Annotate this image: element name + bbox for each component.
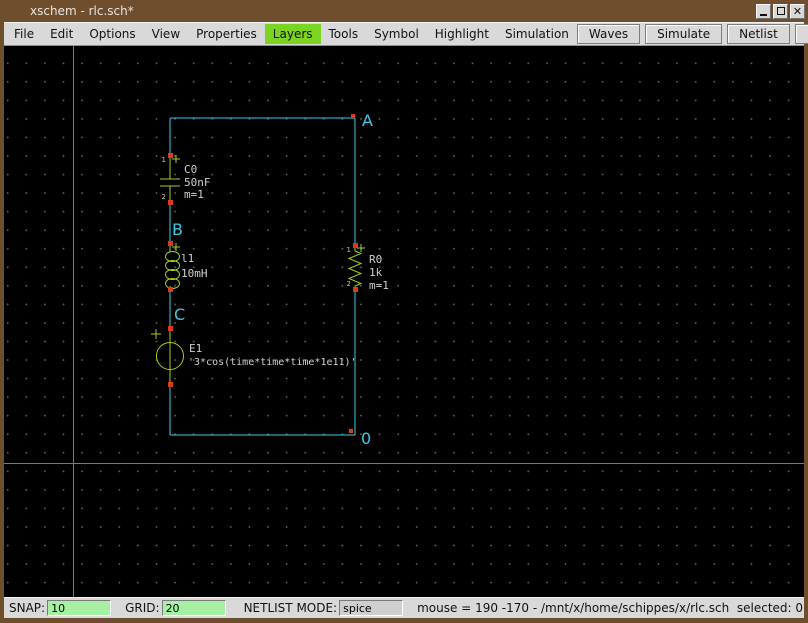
component-source-e1[interactable]: E1 '3*cos(time*time*time*1e11)' [151, 326, 357, 387]
component-mult: m=1 [184, 188, 204, 201]
pin-square [168, 241, 173, 246]
inductor-symbol [170, 243, 180, 289]
schematic-drawing: 1 2 C0 50nF m=1 l1 10mH [4, 46, 804, 597]
pin-square [168, 200, 173, 205]
waves-button[interactable]: Waves [577, 24, 640, 44]
component-mult: m=1 [369, 279, 389, 292]
component-inductor-l1[interactable]: l1 10mH [166, 241, 208, 292]
menu-item-view[interactable]: View [144, 24, 188, 44]
statusbar: SNAP: GRID: NETLIST MODE: mouse = 190 -1… [4, 597, 804, 618]
netlist-mode-input[interactable] [339, 600, 403, 616]
minimize-button[interactable] [756, 4, 771, 19]
menubar: File Edit Options View Properties Layers… [4, 22, 804, 46]
wire-end-marker [351, 114, 355, 118]
toolbar-actions: Waves Simulate Netlist Help [577, 24, 808, 44]
net-label-a[interactable]: A [362, 111, 373, 130]
mouse-status: mouse = 190 -170 - /mnt/x/home/schippes/… [417, 601, 803, 615]
menu-item-file[interactable]: File [6, 24, 42, 44]
simulate-button[interactable]: Simulate [645, 24, 722, 44]
pin-number: 2 [347, 280, 351, 288]
component-ref: l1 [181, 252, 194, 265]
schematic-canvas[interactable]: 1 2 C0 50nF m=1 l1 10mH [4, 46, 804, 597]
pin-square [168, 153, 173, 158]
component-value: 1k [369, 266, 383, 279]
pin-square [168, 382, 173, 387]
net-label-0[interactable]: 0 [361, 429, 371, 448]
maximize-button[interactable] [773, 4, 788, 19]
netlist-button[interactable]: Netlist [727, 24, 790, 44]
component-ref: C0 [184, 163, 197, 176]
close-button[interactable]: ✕ [790, 4, 805, 19]
menu-item-edit[interactable]: Edit [42, 24, 81, 44]
resistor-symbol [349, 244, 365, 289]
pin-square [353, 243, 358, 248]
component-resistor-r0[interactable]: 1 2 R0 1k m=1 [347, 243, 389, 292]
menu-item-options[interactable]: Options [81, 24, 143, 44]
minimize-icon [760, 14, 767, 16]
menu-item-symbol[interactable]: Symbol [366, 24, 427, 44]
pin-number: 2 [162, 193, 166, 201]
grid-label: GRID: [125, 601, 159, 615]
net-label-c[interactable]: C [174, 305, 185, 324]
netlist-mode-label: NETLIST MODE: [244, 601, 338, 615]
menu-item-highlight[interactable]: Highlight [427, 24, 497, 44]
grid-input[interactable] [162, 600, 226, 616]
net-label-b[interactable]: B [172, 220, 183, 239]
component-value: 10mH [181, 267, 208, 280]
component-capacitor-c0[interactable]: 1 2 C0 50nF m=1 [160, 153, 211, 205]
snap-input[interactable] [47, 600, 111, 616]
menu-item-tools[interactable]: Tools [321, 24, 367, 44]
pin-number: 1 [347, 246, 351, 254]
help-button[interactable]: Help [795, 24, 808, 44]
titlebar: xschem - rlc.sch* ✕ [0, 0, 808, 22]
wire-end-marker [349, 429, 353, 433]
menu-item-simulation[interactable]: Simulation [497, 24, 577, 44]
snap-label: SNAP: [9, 601, 45, 615]
maximize-icon [777, 7, 785, 15]
menu-item-properties[interactable]: Properties [188, 24, 265, 44]
pin-number: 1 [162, 156, 166, 164]
window-title: xschem - rlc.sch* [30, 4, 134, 18]
window-controls: ✕ [756, 4, 805, 19]
close-icon: ✕ [793, 6, 802, 17]
component-ref: E1 [189, 342, 202, 355]
component-value: '3*cos(time*time*time*1e11)' [188, 357, 357, 368]
source-symbol [151, 328, 170, 384]
pin-square [168, 287, 173, 292]
menu-item-layers[interactable]: Layers [265, 24, 321, 44]
pin-square [353, 287, 358, 292]
xschem-window: xschem - rlc.sch* ✕ File Edit Options Vi… [0, 0, 808, 623]
pin-square [168, 326, 173, 331]
component-ref: R0 [369, 253, 382, 266]
